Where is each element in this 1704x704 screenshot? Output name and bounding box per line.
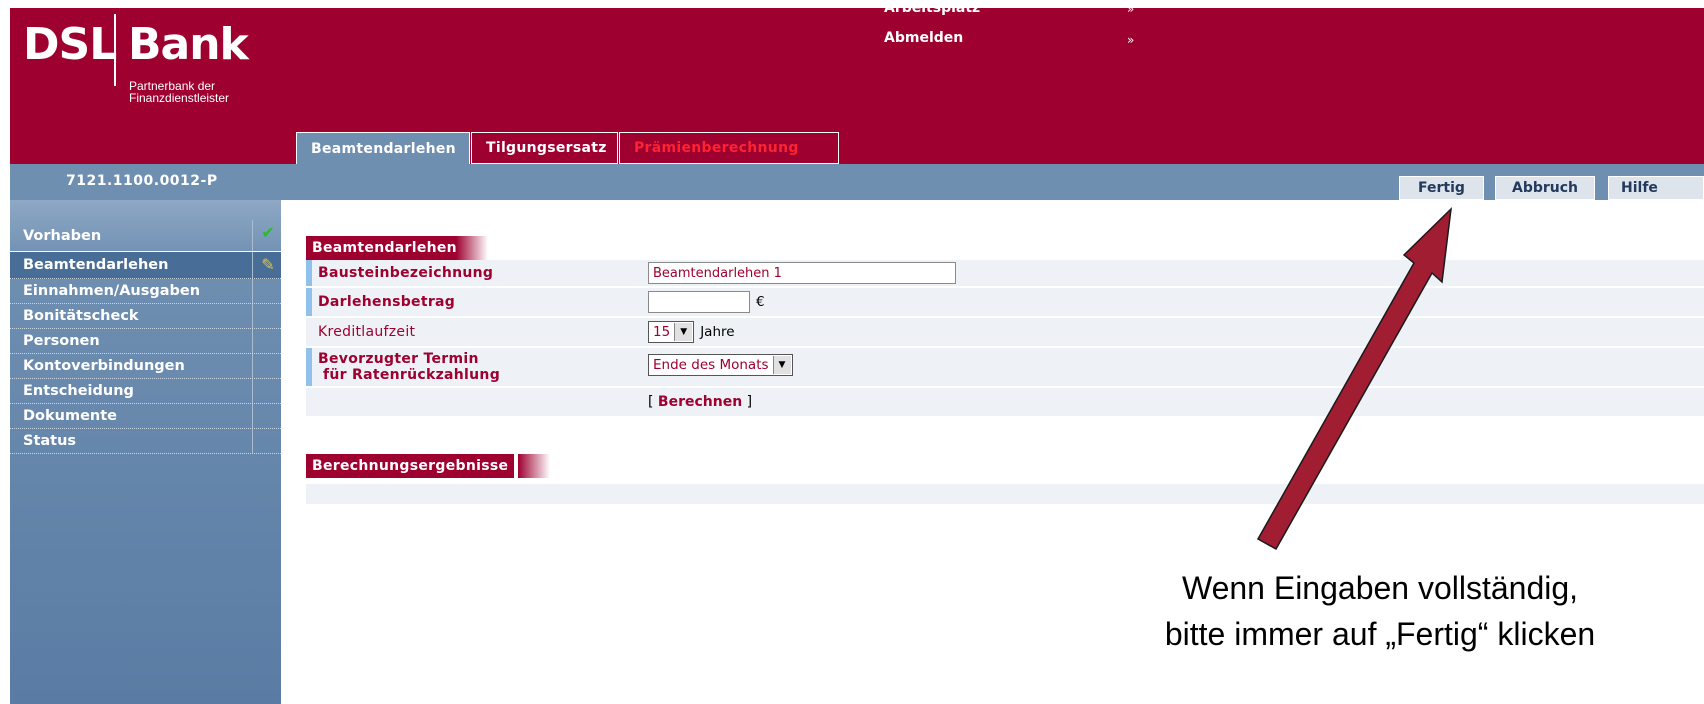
sidebar-separator	[252, 379, 253, 403]
header: DSL Bank Partnerbank der Finanzdienstlei…	[10, 8, 1704, 165]
currency-label: €	[756, 294, 765, 310]
logo-bank: Bank	[128, 19, 249, 70]
sidebar-item-label: Bonitätscheck	[23, 308, 139, 324]
account-number: 7121.1100.0012-P	[66, 173, 218, 189]
help-button[interactable]: Hilfe	[1608, 176, 1704, 200]
annotation-line2: bitte immer auf „Fertig“ klicken	[1164, 616, 1596, 652]
sidebar: Vorhaben ✔ Beamtendarlehen ✎ Einnahmen/A…	[10, 200, 281, 704]
sidebar-item-kontoverbindungen[interactable]: Kontoverbindungen	[10, 354, 281, 379]
chevron-down-icon[interactable]: ▼	[674, 323, 693, 341]
form-row-payment-date: Bevorzugter Termin für Ratenrückzahlung …	[306, 348, 1704, 386]
designation-input[interactable]	[648, 262, 956, 284]
sidebar-item-vorhaben[interactable]: Vorhaben ✔	[10, 220, 281, 252]
sidebar-item-status[interactable]: Status	[10, 429, 281, 454]
annotation-line1: Wenn Eingaben vollständig,	[1181, 570, 1579, 606]
main-content: Beamtendarlehen Bausteinbezeichnung Darl…	[306, 236, 1704, 504]
logo-dsl: DSL	[23, 19, 117, 70]
form-row-term: Kreditlaufzeit 15 ▼ Jahre	[306, 318, 1704, 346]
term-field-group: 15 ▼ Jahre	[648, 321, 735, 343]
workspace-link[interactable]: Arbeitsplatz	[884, 8, 980, 16]
sidebar-item-label: Einnahmen/Ausgaben	[23, 283, 201, 299]
sidebar-item-label: Entscheidung	[23, 383, 134, 399]
sidebar-separator	[252, 429, 253, 453]
sidebar-item-dokumente[interactable]: Dokumente	[10, 404, 281, 429]
term-select-value: 15	[653, 324, 671, 340]
cancel-button[interactable]: Abbruch	[1495, 176, 1595, 200]
sidebar-item-beamtendarlehen[interactable]: Beamtendarlehen ✎	[10, 252, 281, 279]
bracket-open: [	[648, 394, 654, 410]
action-bar: 7121.1100.0012-P Fertig Abbruch Hilfe	[10, 164, 1704, 200]
term-unit: Jahre	[700, 324, 735, 340]
sidebar-nav: Vorhaben ✔ Beamtendarlehen ✎ Einnahmen/A…	[10, 220, 281, 454]
amount-input[interactable]	[648, 291, 750, 313]
sidebar-item-entscheidung[interactable]: Entscheidung	[10, 379, 281, 404]
required-marker	[306, 288, 312, 316]
required-marker	[306, 348, 312, 386]
sidebar-separator	[252, 354, 253, 378]
amount-label: Darlehensbetrag	[318, 294, 456, 310]
sidebar-item-label: Dokumente	[23, 408, 117, 424]
bracket-close: ]	[746, 394, 753, 410]
section-title-fade	[518, 454, 550, 478]
section-header-results: Berechnungsergebnisse	[306, 454, 606, 478]
form-row-designation: Bausteinbezeichnung	[306, 260, 1704, 286]
sidebar-separator	[252, 329, 253, 353]
chevron-down-icon[interactable]: ▼	[772, 356, 791, 374]
term-select[interactable]: 15 ▼	[648, 321, 695, 343]
sidebar-separator	[252, 220, 253, 251]
results-title: Berechnungsergebnisse	[306, 454, 515, 478]
payment-date-label-line1: Bevorzugter Termin	[318, 351, 479, 367]
logo-subtitle-line2: Finanzdienstleister	[129, 91, 230, 105]
done-button[interactable]: Fertig	[1399, 176, 1484, 200]
sidebar-item-label: Personen	[23, 333, 100, 349]
logout-link[interactable]: Abmelden	[884, 30, 963, 46]
sidebar-item-label: Beamtendarlehen	[23, 257, 169, 273]
tab-beamtendarlehen[interactable]: Beamtendarlehen	[296, 132, 470, 164]
annotation-note: Wenn Eingaben vollständig, bitte immer a…	[1100, 565, 1660, 657]
tab-praemienberechnung[interactable]: Prämienberechnung	[619, 132, 839, 164]
section-header-beamtendarlehen: Beamtendarlehen	[306, 236, 1704, 260]
logo-subtitle: Partnerbank der Finanzdienstleister	[129, 80, 229, 104]
logo-divider	[114, 14, 116, 86]
calculate-link[interactable]: Berechnen	[658, 394, 742, 410]
sidebar-item-einnahmen-ausgaben[interactable]: Einnahmen/Ausgaben	[10, 279, 281, 304]
sidebar-item-label: Kontoverbindungen	[23, 358, 185, 374]
form-row-calculate: [ Berechnen ]	[306, 388, 1704, 416]
broom-icon: ✎	[261, 255, 275, 274]
payment-date-label-line2: für Ratenrückzahlung	[323, 367, 501, 383]
sidebar-item-label: Status	[23, 433, 77, 449]
sidebar-separator	[252, 404, 253, 428]
payment-date-field-group: Ende des Monats ▼	[648, 354, 793, 376]
sidebar-item-label: Vorhaben	[23, 228, 102, 244]
sidebar-separator	[252, 279, 253, 303]
payment-date-label: Bevorzugter Termin für Ratenrückzahlung	[318, 351, 500, 383]
section-title-fade	[456, 236, 488, 260]
payment-date-select-value: Ende des Monats	[653, 357, 769, 373]
results-row	[306, 484, 1704, 504]
term-label: Kreditlaufzeit	[318, 324, 416, 340]
amount-field-group: €	[648, 291, 765, 313]
logout-arrow-icon: »	[1127, 33, 1135, 47]
payment-date-select[interactable]: Ende des Monats ▼	[648, 354, 793, 376]
form-row-amount: Darlehensbetrag €	[306, 288, 1704, 316]
tab-tilgungsersatz[interactable]: Tilgungsersatz	[471, 132, 618, 164]
sidebar-item-bonitaetscheck[interactable]: Bonitätscheck	[10, 304, 281, 329]
sidebar-separator	[252, 252, 253, 278]
designation-label: Bausteinbezeichnung	[318, 265, 494, 281]
workspace-arrow-icon: »	[1127, 8, 1135, 16]
check-icon: ✔	[261, 223, 275, 242]
sidebar-separator	[252, 304, 253, 328]
calculate-link-group: [ Berechnen ]	[648, 394, 752, 410]
required-marker	[306, 260, 312, 286]
sidebar-item-personen[interactable]: Personen	[10, 329, 281, 354]
section-title: Beamtendarlehen	[306, 236, 463, 260]
